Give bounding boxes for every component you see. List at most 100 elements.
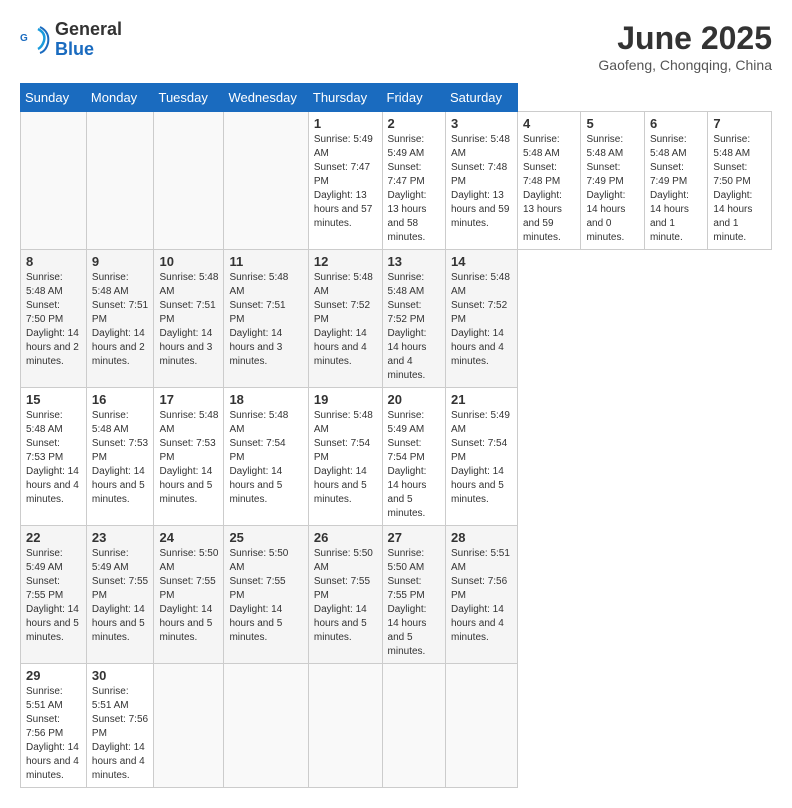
day-number: 22: [26, 530, 81, 545]
day-info: Sunrise: 5:48 AM Sunset: 7:54 PM Dayligh…: [314, 409, 377, 507]
calendar-cell: 3 Sunrise: 5:48 AM Sunset: 7:48 PM Daylig…: [446, 112, 518, 250]
calendar-cell: 8 Sunrise: 5:48 AM Sunset: 7:50 PM Daylig…: [21, 250, 87, 388]
month-title: June 2025: [598, 20, 772, 57]
calendar-cell: 21Sunrise: 5:49 AM Sunset: 7:54 PM Dayli…: [446, 388, 518, 526]
calendar-cell: 20 Sunrise: 5:49 AM Sunset: 7:54 PM Dayli…: [382, 388, 445, 526]
calendar-cell: 17 Sunrise: 5:48 AM Sunset: 7:53 PM Dayli…: [154, 388, 224, 526]
day-info: Sunrise: 5:48 AM Sunset: 7:49 PM Dayligh…: [650, 133, 702, 245]
day-number: 16: [92, 392, 149, 407]
day-number: 27: [388, 530, 440, 545]
calendar-header-row: SundayMondayTuesdayWednesdayThursdayFrid…: [21, 84, 772, 112]
weekday-header: Thursday: [308, 84, 382, 112]
calendar-cell: 9 Sunrise: 5:48 AM Sunset: 7:51 PM Daylig…: [86, 250, 154, 388]
day-info: Sunrise: 5:50 AM Sunset: 7:55 PM Dayligh…: [229, 547, 302, 645]
day-number: 11: [229, 254, 302, 269]
day-info: Sunrise: 5:51 AM Sunset: 7:56 PM Dayligh…: [26, 685, 81, 783]
day-info: Sunrise: 5:49 AM Sunset: 7:47 PM Dayligh…: [388, 133, 440, 245]
day-info: Sunrise: 5:49 AM Sunset: 7:54 PM Dayligh…: [451, 409, 512, 507]
day-info: Sunrise: 5:48 AM Sunset: 7:53 PM Dayligh…: [92, 409, 149, 507]
calendar-week-row: 22 Sunrise: 5:49 AM Sunset: 7:55 PM Dayli…: [21, 526, 772, 664]
calendar-cell: 27 Sunrise: 5:50 AM Sunset: 7:55 PM Dayli…: [382, 526, 445, 664]
calendar-cell: 25 Sunrise: 5:50 AM Sunset: 7:55 PM Dayli…: [224, 526, 308, 664]
day-number: 12: [314, 254, 377, 269]
weekday-header: Sunday: [21, 84, 87, 112]
day-number: 7: [713, 116, 766, 131]
logo-text: General Blue: [55, 20, 122, 60]
day-info: Sunrise: 5:48 AM Sunset: 7:51 PM Dayligh…: [92, 271, 149, 369]
day-info: Sunrise: 5:48 AM Sunset: 7:48 PM Dayligh…: [523, 133, 575, 245]
weekday-header: Monday: [86, 84, 154, 112]
day-info: Sunrise: 5:48 AM Sunset: 7:51 PM Dayligh…: [159, 271, 218, 369]
calendar-cell: [21, 112, 87, 250]
day-number: 19: [314, 392, 377, 407]
calendar-cell: 13 Sunrise: 5:48 AM Sunset: 7:52 PM Dayli…: [382, 250, 445, 388]
calendar-cell: [308, 664, 382, 788]
day-number: 25: [229, 530, 302, 545]
day-info: Sunrise: 5:48 AM Sunset: 7:50 PM Dayligh…: [713, 133, 766, 245]
day-info: Sunrise: 5:49 AM Sunset: 7:54 PM Dayligh…: [388, 409, 440, 521]
calendar-cell: 26 Sunrise: 5:50 AM Sunset: 7:55 PM Dayli…: [308, 526, 382, 664]
logo-icon: G: [20, 25, 50, 55]
calendar-cell: 1 Sunrise: 5:49 AM Sunset: 7:47 PM Daylig…: [308, 112, 382, 250]
day-number: 15: [26, 392, 81, 407]
day-info: Sunrise: 5:48 AM Sunset: 7:48 PM Dayligh…: [451, 133, 512, 231]
weekday-header: Tuesday: [154, 84, 224, 112]
day-info: Sunrise: 5:49 AM Sunset: 7:47 PM Dayligh…: [314, 133, 377, 231]
calendar-cell: 18Sunrise: 5:48 AM Sunset: 7:54 PM Dayli…: [224, 388, 308, 526]
day-info: Sunrise: 5:50 AM Sunset: 7:55 PM Dayligh…: [314, 547, 377, 645]
calendar-cell: 4Sunrise: 5:48 AM Sunset: 7:48 PM Daylig…: [517, 112, 580, 250]
weekday-header: Friday: [382, 84, 445, 112]
calendar-cell: 19 Sunrise: 5:48 AM Sunset: 7:54 PM Dayli…: [308, 388, 382, 526]
day-info: Sunrise: 5:48 AM Sunset: 7:52 PM Dayligh…: [388, 271, 440, 383]
calendar-cell: 11Sunrise: 5:48 AM Sunset: 7:51 PM Dayli…: [224, 250, 308, 388]
calendar-cell: 15 Sunrise: 5:48 AM Sunset: 7:53 PM Dayli…: [21, 388, 87, 526]
calendar-cell: 16 Sunrise: 5:48 AM Sunset: 7:53 PM Dayli…: [86, 388, 154, 526]
page-header: G General Blue June 2025 Gaofeng, Chongq…: [20, 20, 772, 73]
weekday-header: Saturday: [446, 84, 518, 112]
calendar-cell: [224, 112, 308, 250]
calendar-cell: 28 Sunrise: 5:51 AM Sunset: 7:56 PM Dayli…: [446, 526, 518, 664]
day-number: 14: [451, 254, 512, 269]
calendar-cell: [382, 664, 445, 788]
day-number: 9: [92, 254, 149, 269]
logo-general: General: [55, 20, 122, 40]
calendar-week-row: 1 Sunrise: 5:49 AM Sunset: 7:47 PM Daylig…: [21, 112, 772, 250]
calendar-week-row: 15 Sunrise: 5:48 AM Sunset: 7:53 PM Dayli…: [21, 388, 772, 526]
day-info: Sunrise: 5:48 AM Sunset: 7:53 PM Dayligh…: [159, 409, 218, 507]
day-info: Sunrise: 5:48 AM Sunset: 7:53 PM Dayligh…: [26, 409, 81, 507]
calendar-cell: 14Sunrise: 5:48 AM Sunset: 7:52 PM Dayli…: [446, 250, 518, 388]
day-info: Sunrise: 5:50 AM Sunset: 7:55 PM Dayligh…: [388, 547, 440, 659]
day-info: Sunrise: 5:48 AM Sunset: 7:54 PM Dayligh…: [229, 409, 302, 507]
calendar-cell: [154, 112, 224, 250]
day-info: Sunrise: 5:50 AM Sunset: 7:55 PM Dayligh…: [159, 547, 218, 645]
day-number: 20: [388, 392, 440, 407]
day-number: 13: [388, 254, 440, 269]
logo-blue: Blue: [55, 40, 122, 60]
day-info: Sunrise: 5:48 AM Sunset: 7:52 PM Dayligh…: [314, 271, 377, 369]
calendar-cell: 23Sunrise: 5:49 AM Sunset: 7:55 PM Dayli…: [86, 526, 154, 664]
day-info: Sunrise: 5:49 AM Sunset: 7:55 PM Dayligh…: [26, 547, 81, 645]
calendar-cell: [446, 664, 518, 788]
day-number: 26: [314, 530, 377, 545]
calendar-cell: 12 Sunrise: 5:48 AM Sunset: 7:52 PM Dayli…: [308, 250, 382, 388]
calendar-cell: 30 Sunrise: 5:51 AM Sunset: 7:56 PM Dayli…: [86, 664, 154, 788]
day-number: 1: [314, 116, 377, 131]
day-number: 17: [159, 392, 218, 407]
day-info: Sunrise: 5:48 AM Sunset: 7:49 PM Dayligh…: [586, 133, 638, 245]
day-number: 8: [26, 254, 81, 269]
day-number: 3: [451, 116, 512, 131]
logo: G General Blue: [20, 20, 122, 60]
calendar-cell: 5Sunrise: 5:48 AM Sunset: 7:49 PM Daylig…: [581, 112, 644, 250]
location: Gaofeng, Chongqing, China: [598, 57, 772, 73]
day-info: Sunrise: 5:51 AM Sunset: 7:56 PM Dayligh…: [451, 547, 512, 645]
svg-text:G: G: [20, 33, 28, 44]
calendar-cell: 10 Sunrise: 5:48 AM Sunset: 7:51 PM Dayli…: [154, 250, 224, 388]
day-number: 30: [92, 668, 149, 683]
day-number: 28: [451, 530, 512, 545]
day-info: Sunrise: 5:51 AM Sunset: 7:56 PM Dayligh…: [92, 685, 149, 783]
calendar-cell: [154, 664, 224, 788]
day-info: Sunrise: 5:48 AM Sunset: 7:50 PM Dayligh…: [26, 271, 81, 369]
calendar-cell: 6 Sunrise: 5:48 AM Sunset: 7:49 PM Daylig…: [644, 112, 707, 250]
day-number: 6: [650, 116, 702, 131]
day-number: 10: [159, 254, 218, 269]
